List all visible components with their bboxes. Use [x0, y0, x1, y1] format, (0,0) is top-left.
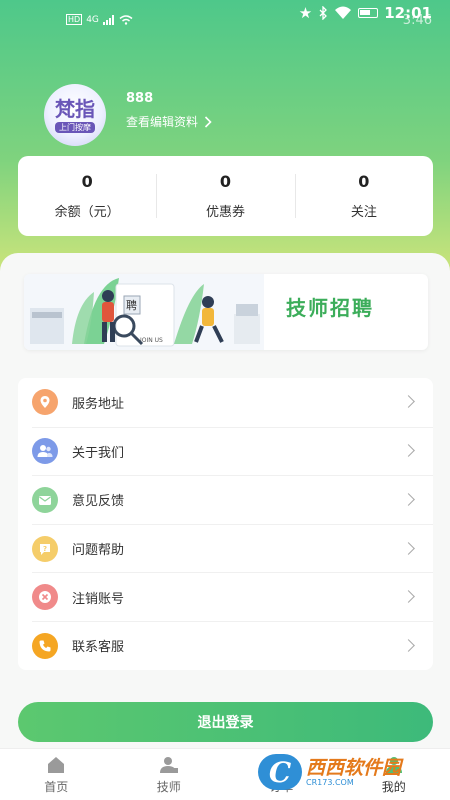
- logout-button[interactable]: 退出登录: [18, 702, 433, 742]
- watermark: C 西西软件园 CR173.COM: [258, 752, 442, 792]
- menu-label: 关于我们: [72, 445, 125, 461]
- phone-icon: [32, 632, 58, 659]
- recruitment-banner[interactable]: 聘 JOIN US 技师招聘: [24, 274, 428, 350]
- stat-following[interactable]: 0 关注: [294, 168, 433, 224]
- signal-icon: [102, 14, 114, 25]
- stat-label: 余额（元）: [54, 205, 120, 220]
- avatar[interactable]: 梵指 上门按摩: [44, 84, 106, 146]
- stat-label: 关注: [350, 205, 377, 220]
- status-left: HD 4G: [66, 14, 133, 25]
- wifi-icon: [119, 14, 133, 25]
- location-icon: [32, 389, 58, 416]
- chevron-right-icon: [402, 541, 415, 555]
- battery-icon: [358, 8, 379, 18]
- wifi-strong-icon: [335, 6, 352, 19]
- stat-coupons[interactable]: 0 优惠券: [156, 168, 294, 224]
- help-icon: ?: [32, 535, 58, 562]
- stat-value: 0: [81, 172, 93, 191]
- banner-sign-text: 聘: [126, 298, 137, 312]
- bluetooth-icon: [319, 6, 328, 20]
- chevron-right-icon: [402, 590, 415, 604]
- watermark-name: 西西软件园: [306, 756, 402, 779]
- edit-profile-label: 查看编辑资料: [126, 115, 199, 129]
- user-name: 888: [126, 91, 154, 106]
- watermark-text-group: 西西软件园 CR173.COM: [306, 758, 401, 787]
- menu-list: 服务地址 关于我们 意见反馈 ? 问题帮助 注销账号 联系客服: [18, 378, 433, 670]
- menu-label: 意见反馈: [72, 494, 125, 510]
- tab-label: 技师: [156, 779, 181, 794]
- menu-label: 注销账号: [72, 591, 125, 607]
- stat-value: 0: [358, 172, 370, 191]
- stat-label: 优惠券: [205, 205, 245, 220]
- menu-item-about-us[interactable]: 关于我们: [32, 426, 433, 476]
- svg-text:?: ?: [43, 545, 47, 553]
- technician-icon: [159, 755, 179, 775]
- chevron-right-icon: [402, 493, 415, 506]
- users-icon: [32, 438, 58, 465]
- chevron-right-icon: [402, 395, 415, 409]
- menu-item-feedback[interactable]: 意见反馈: [32, 475, 433, 524]
- cancel-icon: [32, 584, 58, 611]
- home-icon: [46, 755, 66, 775]
- status-time-ghost: 3:46: [402, 13, 432, 28]
- stats-card: 0 余额（元） 0 优惠券 0 关注: [18, 156, 433, 236]
- avatar-logo: 梵指: [55, 96, 95, 121]
- avatar-subtitle: 上门按摩: [55, 121, 95, 133]
- star-icon: ★: [298, 4, 313, 22]
- menu-item-delete-account[interactable]: 注销账号: [32, 572, 433, 621]
- status-bar: HD 4G ★ 12:01 3:46: [0, 0, 450, 40]
- stat-value: 0: [219, 172, 232, 191]
- menu-label: 问题帮助: [72, 543, 125, 559]
- chevron-right-icon: [402, 638, 415, 652]
- feedback-icon: [32, 486, 58, 513]
- stat-balance[interactable]: 0 余额（元）: [18, 168, 156, 224]
- edit-profile-link[interactable]: 查看编辑资料: [126, 113, 212, 130]
- tab-technician[interactable]: 技师: [113, 749, 226, 800]
- menu-item-service-address[interactable]: 服务地址: [18, 378, 433, 427]
- watermark-logo: C: [258, 754, 302, 790]
- chevron-right-icon: [402, 444, 415, 458]
- menu-label: 联系客服: [72, 640, 125, 656]
- banner-illustration: 聘 JOIN US: [24, 274, 264, 350]
- watermark-url: CR173.COM: [306, 777, 354, 787]
- menu-item-help[interactable]: ? 问题帮助: [32, 523, 433, 573]
- menu-item-customer-service[interactable]: 联系客服: [32, 620, 433, 670]
- network-badge: 4G: [86, 14, 99, 25]
- chevron-right-icon: [204, 115, 212, 128]
- banner-title: 技师招聘: [286, 296, 374, 320]
- tab-label: 首页: [44, 779, 69, 794]
- menu-label: 服务地址: [72, 396, 125, 412]
- hd-badge: HD: [66, 14, 83, 25]
- tab-home[interactable]: 首页: [0, 749, 113, 800]
